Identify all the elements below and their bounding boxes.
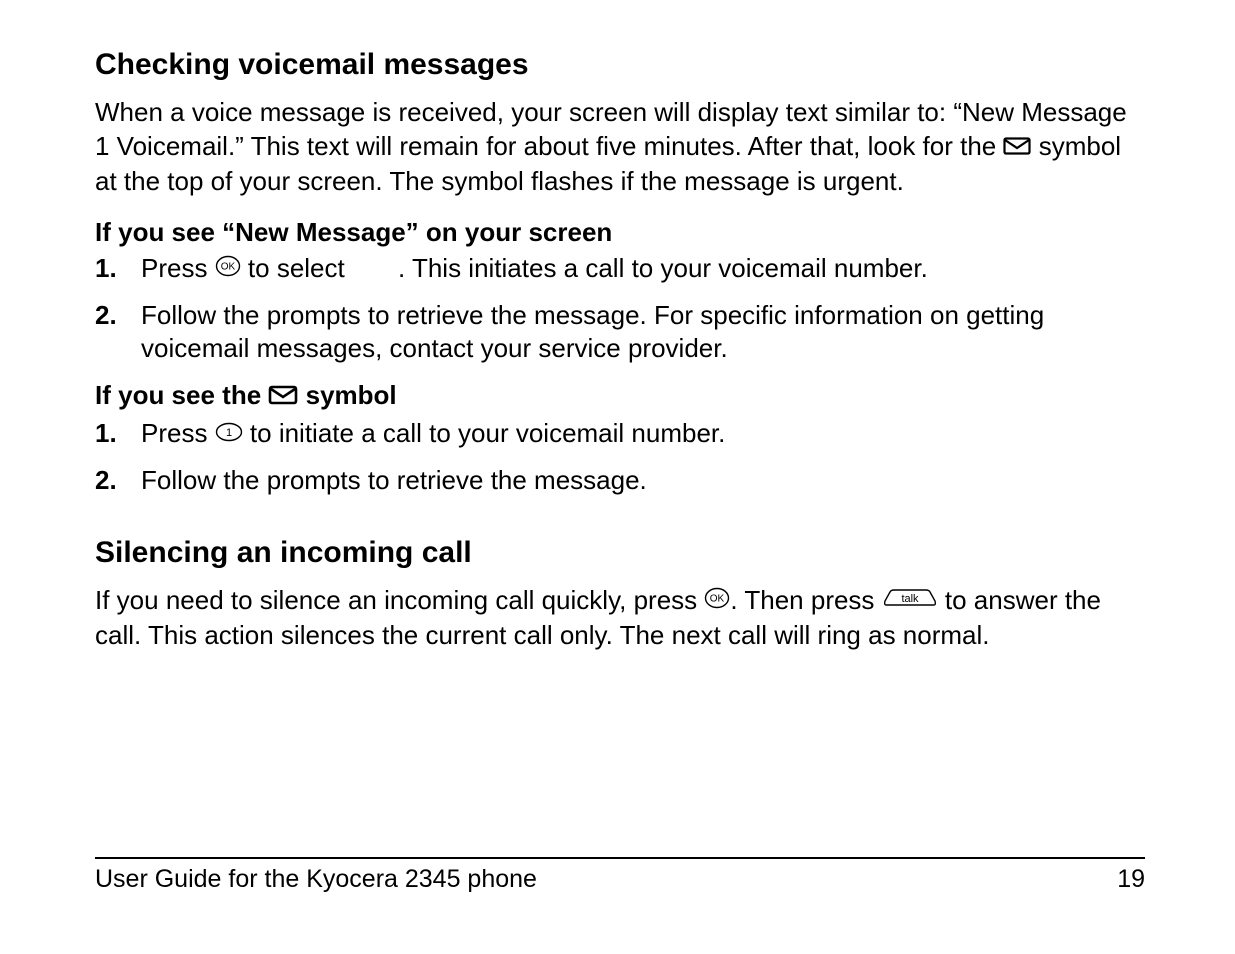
page-footer: User Guide for the Kyocera 2345 phone 19 bbox=[95, 857, 1145, 894]
step-text: . This initiates a call to your voicemai… bbox=[398, 253, 928, 283]
step-text: Press bbox=[141, 418, 215, 448]
talk-button-icon: talk bbox=[882, 584, 938, 618]
steps-envelope-symbol: Press 1 to initiate a call to your voice… bbox=[95, 417, 1145, 498]
subheading-new-message: If you see “New Message” on your screen bbox=[95, 217, 1145, 248]
ok-button-icon: OK bbox=[215, 252, 241, 286]
ok-button-icon: OK bbox=[704, 584, 730, 618]
envelope-icon bbox=[268, 381, 298, 412]
step-text: to initiate a call to your voicemail num… bbox=[243, 418, 726, 448]
step-text: Follow the prompts to retrieve the messa… bbox=[141, 465, 647, 495]
page-number: 19 bbox=[1117, 865, 1145, 894]
footer-title: User Guide for the Kyocera 2345 phone bbox=[95, 865, 537, 894]
list-item: Follow the prompts to retrieve the messa… bbox=[95, 464, 1145, 498]
list-item: Press OK to select . This initiates a ca… bbox=[95, 252, 1145, 287]
step-text: Press bbox=[141, 253, 215, 283]
list-item: Press 1 to initiate a call to your voice… bbox=[95, 417, 1145, 452]
section-heading-checking-voicemail: Checking voicemail messages bbox=[95, 48, 1145, 82]
silencing-paragraph: If you need to silence an incoming call … bbox=[95, 584, 1145, 653]
subheading-envelope-symbol: If you see the symbol bbox=[95, 380, 1145, 413]
svg-text:OK: OK bbox=[710, 593, 725, 604]
svg-text:talk: talk bbox=[901, 593, 919, 605]
step-text: Follow the prompts to retrieve the messa… bbox=[141, 300, 1044, 364]
intro-paragraph: When a voice message is received, your s… bbox=[95, 96, 1145, 199]
subheading-text-b: symbol bbox=[298, 380, 396, 410]
body-text-b: . Then press bbox=[730, 585, 881, 615]
body-text-a: If you need to silence an incoming call … bbox=[95, 585, 704, 615]
svg-text:1: 1 bbox=[226, 427, 232, 439]
one-key-icon: 1 bbox=[215, 417, 243, 451]
section-heading-silencing-call: Silencing an incoming call bbox=[95, 536, 1145, 570]
page-content: Checking voicemail messages When a voice… bbox=[95, 48, 1145, 652]
envelope-icon bbox=[1003, 130, 1031, 164]
subheading-text-a: If you see the bbox=[95, 380, 268, 410]
list-item: Follow the prompts to retrieve the messa… bbox=[95, 299, 1145, 367]
steps-new-message: Press OK to select . This initiates a ca… bbox=[95, 252, 1145, 367]
svg-text:OK: OK bbox=[220, 261, 235, 272]
step-text: to select bbox=[241, 253, 352, 283]
intro-text-a: When a voice message is received, your s… bbox=[95, 97, 1127, 161]
